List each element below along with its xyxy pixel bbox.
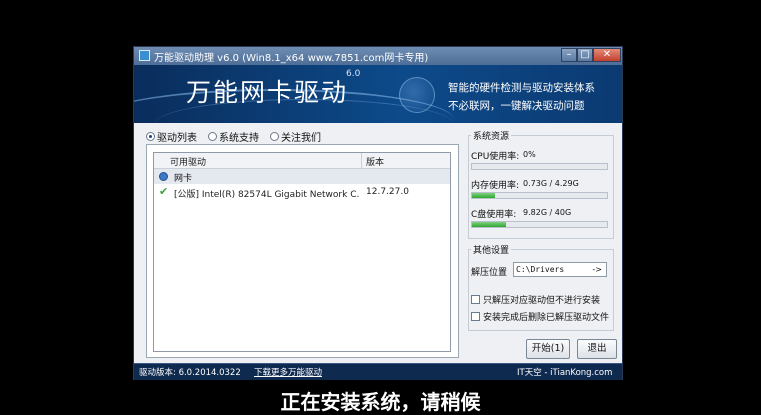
memory-usage-fill — [472, 193, 495, 198]
globe-icon — [399, 77, 435, 113]
radio-icon — [208, 132, 217, 141]
group-label: 网卡 — [174, 174, 193, 184]
tab-label: 系统支持 — [219, 133, 259, 144]
column-divider — [361, 153, 362, 168]
tab-driver-list[interactable]: 驱动列表 — [146, 129, 197, 144]
tab-system-support[interactable]: 系统支持 — [208, 129, 259, 144]
driver-name: [公版] Intel(R) 82574L Gigabit Network C..… — [174, 190, 359, 200]
driver-list-panel: 可用驱动 版本 网卡 ✔ [公版] Intel(R) 82574L Gigabi… — [146, 144, 459, 358]
cpu-value: 0% — [523, 150, 536, 159]
banner: 万能网卡驱动 6.0 智能的硬件检测与驱动安装体系 不必联网，一键解决驱动问题 — [134, 65, 622, 123]
extract-path-field[interactable]: C:\Drivers -> — [513, 262, 607, 277]
app-icon — [139, 50, 150, 61]
checkmark-icon[interactable]: ✔ — [159, 186, 168, 198]
maximize-button[interactable]: □ — [577, 48, 593, 62]
option-label: 只解压对应驱动但不进行安装 — [483, 296, 601, 306]
minimize-button[interactable]: – — [561, 48, 577, 62]
system-resources-group: 系统资源 CPU使用率: 0% 内存使用率: 0.73G / 4.29G C盘使… — [468, 129, 614, 239]
extract-path-label: 解压位置 — [471, 268, 508, 278]
extract-path-value: C:\Drivers — [516, 265, 565, 274]
disk-usage-bar — [471, 221, 608, 228]
status-bar: 驱动版本: 6.0.2014.0322 下载更多万能驱动 IT天空 - iTia… — [134, 363, 622, 380]
installing-caption: 正在安装系统，请稍候 — [280, 390, 481, 414]
banner-title: 万能网卡驱动 — [186, 78, 349, 107]
banner-tagline-2: 不必联网，一键解决驱动问题 — [448, 100, 585, 112]
cpu-usage-bar — [471, 163, 608, 170]
browse-arrow[interactable]: -> — [592, 263, 602, 276]
close-button[interactable]: ✕ — [593, 48, 621, 62]
driver-assistant-window: 万能驱动助理 v6.0 (Win8.1_x64 www.7851.com网卡专用… — [133, 46, 623, 380]
memory-usage-bar — [471, 192, 608, 199]
title-bar: 万能驱动助理 v6.0 (Win8.1_x64 www.7851.com网卡专用… — [134, 47, 622, 65]
banner-version: 6.0 — [346, 69, 361, 79]
table-row[interactable]: ✔ [公版] Intel(R) 82574L Gigabit Network C… — [154, 185, 450, 201]
download-more-link[interactable]: 下载更多万能驱动 — [254, 366, 322, 378]
driver-version-text: 驱动版本: 6.0.2014.0322 — [139, 368, 241, 378]
extract-only-option[interactable]: 只解压对应驱动但不进行安装 — [471, 293, 600, 306]
window-title: 万能驱动助理 v6.0 (Win8.1_x64 www.7851.com网卡专用… — [154, 53, 429, 64]
delete-after-install-option[interactable]: 安装完成后删除已解压驱动文件 — [471, 310, 609, 323]
column-header-version[interactable]: 版本 — [366, 155, 384, 168]
listview-group[interactable]: 网卡 — [154, 169, 450, 184]
listview-header: 可用驱动 版本 — [154, 153, 450, 169]
column-header-driver[interactable]: 可用驱动 — [170, 155, 206, 168]
disk-usage-fill — [472, 222, 506, 227]
driver-listview[interactable]: 可用驱动 版本 网卡 ✔ [公版] Intel(R) 82574L Gigabi… — [153, 152, 451, 352]
exit-button[interactable]: 退出 — [577, 339, 617, 359]
start-button[interactable]: 开始(1) — [526, 339, 570, 359]
group-title: 其他设置 — [471, 243, 512, 256]
banner-tagline-1: 智能的硬件检测与驱动安装体系 — [448, 82, 595, 94]
memory-value: 0.73G / 4.29G — [523, 179, 579, 188]
checkbox[interactable] — [471, 312, 480, 321]
site-credit: IT天空 - iTianKong.com — [517, 368, 613, 378]
tab-label: 驱动列表 — [157, 133, 197, 144]
network-card-icon — [159, 172, 168, 181]
option-label: 安装完成后删除已解压驱动文件 — [483, 313, 610, 323]
driver-version: 12.7.27.0 — [366, 187, 409, 197]
disk-label: C盘使用率: — [471, 210, 517, 220]
group-title: 系统资源 — [471, 129, 512, 142]
cpu-label: CPU使用率: — [471, 152, 520, 162]
checkbox[interactable] — [471, 295, 480, 304]
tab-follow-us[interactable]: 关注我们 — [270, 129, 321, 144]
radio-selected-icon — [146, 132, 155, 141]
tab-label: 关注我们 — [281, 133, 321, 144]
memory-label: 内存使用率: — [471, 181, 520, 191]
radio-icon — [270, 132, 279, 141]
disk-value: 9.82G / 40G — [523, 208, 572, 217]
other-settings-group: 其他设置 解压位置 C:\Drivers -> 只解压对应驱动但不进行安装 安装… — [468, 243, 614, 333]
